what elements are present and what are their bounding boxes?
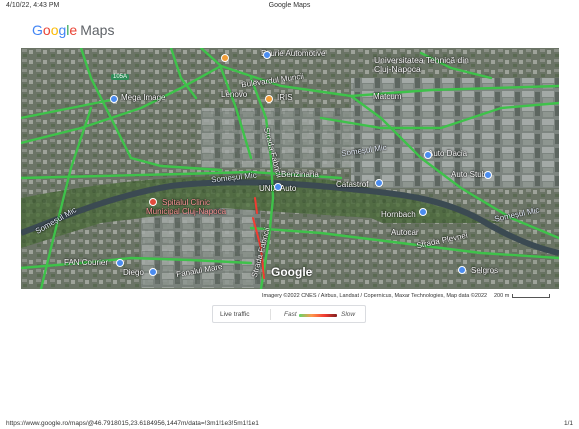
poi-label[interactable]: Cluj-Napoca	[374, 64, 421, 74]
location-pin-icon[interactable]	[265, 95, 273, 103]
legend-divider	[270, 309, 271, 320]
poi-label[interactable]: Auto Dacia	[428, 149, 467, 158]
poi-label[interactable]: Spitalul Clinic	[162, 198, 210, 207]
logo-letter: e	[69, 22, 78, 38]
poi-label[interactable]: Diego	[123, 268, 144, 277]
google-watermark: Google	[271, 265, 313, 279]
location-pin-icon[interactable]	[274, 183, 282, 191]
logo-letter: G	[32, 22, 43, 38]
print-page-number: 1/1	[563, 420, 573, 427]
poi-label[interactable]: Benzinaria	[281, 170, 319, 179]
location-pin-icon[interactable]	[221, 54, 229, 62]
print-url: https://www.google.ro/maps/@46.7918015,2…	[6, 420, 259, 427]
location-pin-icon[interactable]	[149, 268, 157, 276]
poi-label[interactable]: Hornbach	[381, 210, 416, 219]
google-maps-logo[interactable]: Google Maps	[32, 22, 114, 38]
location-pin-icon[interactable]	[458, 266, 466, 274]
scale-bar-line	[512, 293, 551, 298]
map-imagery	[21, 48, 559, 289]
poi-label[interactable]: IRIS	[277, 93, 293, 102]
poi-label[interactable]: FAN Courier	[64, 258, 108, 267]
poi-label[interactable]: Mega Image	[121, 93, 165, 102]
satellite-map[interactable]: Ecurie Automotive Universitatea Tehnică …	[21, 48, 559, 289]
logo-letter: o	[42, 22, 51, 38]
location-pin-icon[interactable]	[484, 171, 492, 179]
scale-label: 200 m	[494, 293, 510, 299]
live-traffic-label: Live traffic	[220, 311, 250, 318]
traffic-slow-label: Slow	[341, 311, 356, 318]
poi-label[interactable]: Selgros	[471, 266, 498, 275]
location-pin-icon[interactable]	[375, 179, 383, 187]
road-number-badge: 105A	[111, 74, 130, 80]
poi-label[interactable]: Autocar	[391, 228, 419, 237]
map-attribution[interactable]: Imagery ©2022 CNES / Airbus, Landsat / C…	[262, 293, 487, 299]
location-pin-icon[interactable]	[419, 208, 427, 216]
logo-maps-word: Maps	[80, 22, 115, 38]
poi-label[interactable]: Matcum	[373, 92, 401, 101]
location-pin-icon[interactable]	[263, 51, 271, 59]
print-title: Google Maps	[268, 2, 311, 9]
location-pin-icon[interactable]	[110, 95, 118, 103]
scale-bar[interactable]: 200 m	[494, 293, 551, 299]
poi-label[interactable]: Auto Stub	[451, 170, 486, 179]
traffic-gradient	[299, 314, 337, 317]
traffic-legend: Live traffic Fast Slow	[212, 305, 366, 323]
print-header: 4/10/22, 4:43 PM Google Maps	[6, 2, 573, 12]
poi-label[interactable]: Catastrof	[336, 180, 368, 189]
poi-label[interactable]: Municipal Cluj-Napoca	[146, 207, 226, 216]
location-pin-icon[interactable]	[116, 259, 124, 267]
hospital-pin-icon[interactable]	[149, 198, 157, 206]
poi-label[interactable]: Lenovo	[221, 90, 247, 99]
print-datetime: 4/10/22, 4:43 PM	[6, 2, 60, 9]
traffic-fast-label: Fast	[284, 311, 297, 318]
location-pin-icon[interactable]	[424, 151, 432, 159]
